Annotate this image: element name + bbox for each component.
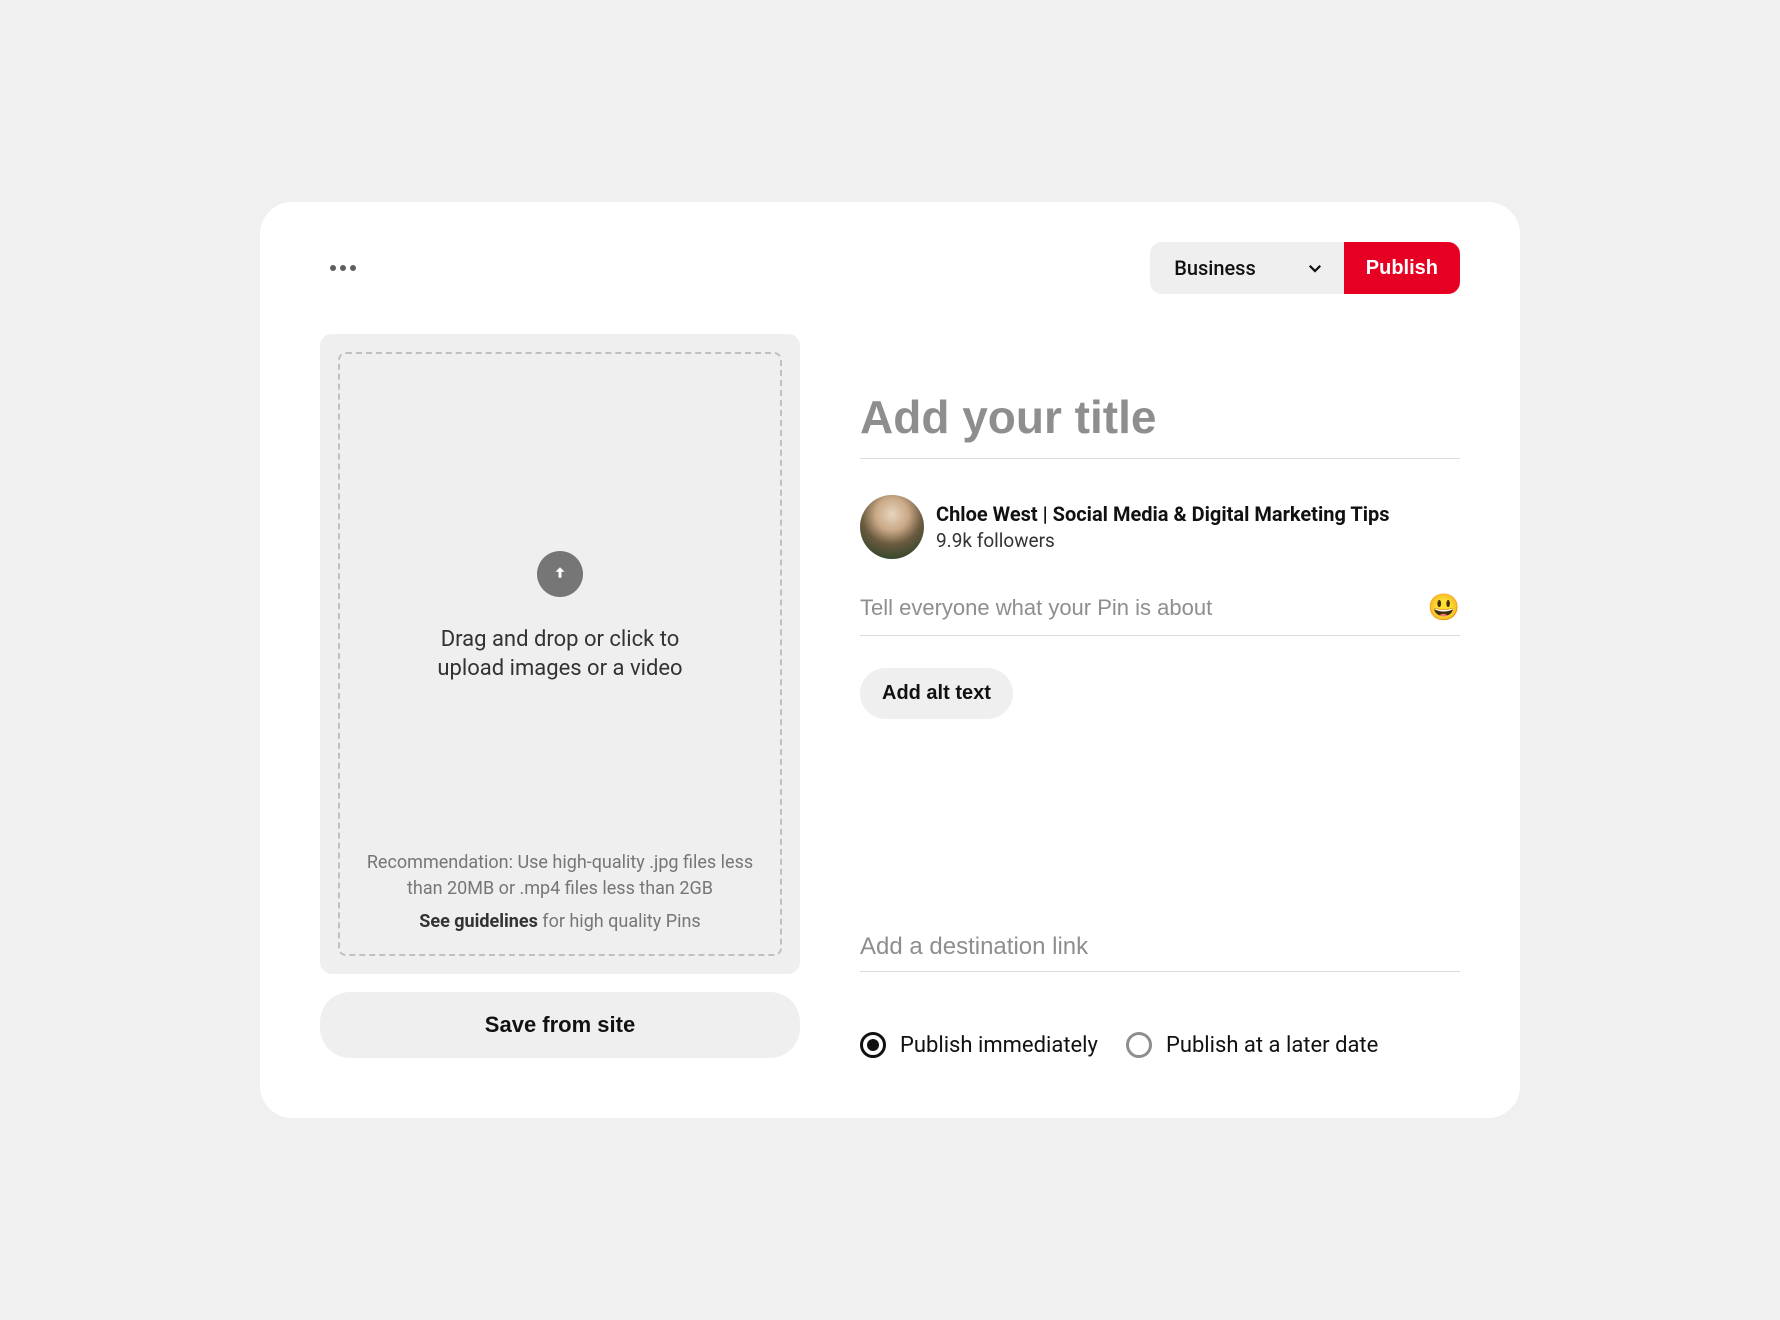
radio-checked-icon (860, 1032, 886, 1058)
publish-immediately-label: Publish immediately (900, 1033, 1098, 1058)
board-select-dropdown[interactable]: Business (1150, 242, 1344, 294)
profile-row: Chloe West | Social Media & Digital Mark… (860, 495, 1460, 559)
schedule-row: Publish immediately Publish at a later d… (860, 1032, 1460, 1058)
save-from-site-button[interactable]: Save from site (320, 992, 800, 1058)
upload-bottom-text: Recommendation: Use high-quality .jpg fi… (360, 850, 760, 934)
upload-main-text: Drag and drop or click to upload images … (410, 625, 710, 684)
more-options-button[interactable] (320, 255, 366, 281)
see-guidelines-link[interactable]: See guidelines (419, 911, 538, 932)
avatar (860, 495, 924, 559)
description-row: 😃 (860, 595, 1460, 636)
emoji-picker-button[interactable]: 😃 (1428, 595, 1460, 621)
upload-dropzone[interactable]: Drag and drop or click to upload images … (338, 352, 782, 956)
pin-builder-card: Business Publish Drag and drop or click … (260, 202, 1520, 1118)
upload-zone: Drag and drop or click to upload images … (320, 334, 800, 974)
board-selected-label: Business (1174, 256, 1256, 280)
main-content: Drag and drop or click to upload images … (320, 334, 1460, 1058)
spacer (860, 719, 1460, 903)
pin-description-input[interactable] (860, 595, 1412, 621)
pin-title-input[interactable] (860, 382, 1460, 459)
top-actions: Business Publish (1150, 242, 1460, 294)
add-alt-text-button[interactable]: Add alt text (860, 668, 1013, 719)
profile-followers: 9.9k followers (936, 529, 1390, 552)
publish-button[interactable]: Publish (1344, 242, 1460, 294)
publish-later-option[interactable]: Publish at a later date (1126, 1032, 1378, 1058)
radio-unchecked-icon (1126, 1032, 1152, 1058)
publish-immediately-option[interactable]: Publish immediately (860, 1032, 1098, 1058)
guidelines-rest: for high quality Pins (538, 911, 701, 932)
topbar: Business Publish (320, 242, 1460, 294)
destination-link-input[interactable] (860, 923, 1460, 972)
upload-guidelines-line: See guidelines for high quality Pins (360, 909, 760, 934)
upload-recommendation: Recommendation: Use high-quality .jpg fi… (360, 850, 760, 900)
profile-info: Chloe West | Social Media & Digital Mark… (936, 502, 1390, 552)
publish-later-label: Publish at a later date (1166, 1033, 1378, 1058)
profile-name: Chloe West | Social Media & Digital Mark… (936, 502, 1390, 527)
right-column: Chloe West | Social Media & Digital Mark… (860, 334, 1460, 1058)
left-column: Drag and drop or click to upload images … (320, 334, 800, 1058)
chevron-down-icon (1306, 259, 1324, 277)
upload-center: Drag and drop or click to upload images … (410, 384, 710, 850)
upload-icon (537, 551, 583, 597)
